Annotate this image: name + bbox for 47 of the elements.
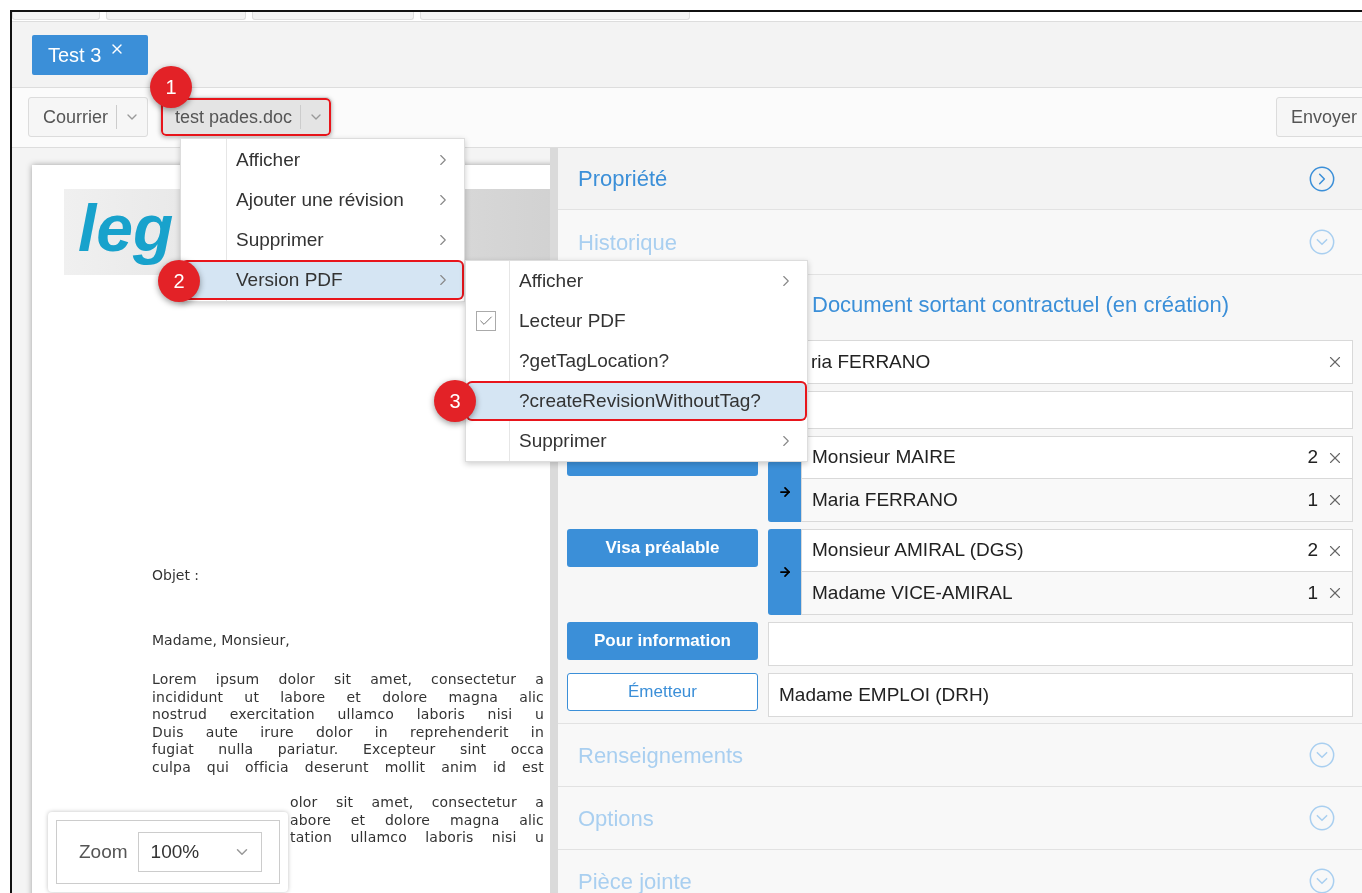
menu-item[interactable]: ?getTagLocation? (466, 341, 807, 381)
recipient-field[interactable] (808, 391, 1353, 429)
expand-icon[interactable] (1308, 741, 1336, 769)
section-title: Historique (578, 228, 678, 257)
order-arrow-block[interactable] (768, 461, 801, 522)
zoom-select[interactable]: 100% (137, 832, 262, 872)
body-text-line: culpa qui officia deserunt mollit anim id est (152, 758, 544, 776)
body-text-line: Lorem ipsum dolor sit amet, consectetur a (152, 671, 544, 689)
body-text-line: olor sit amet, consectetur a (290, 794, 544, 812)
menu-item[interactable]: Lecteur PDF (466, 301, 807, 341)
document-dropdown-button[interactable]: Courrier (28, 97, 148, 137)
menu-item[interactable]: ?createRevisionWithoutTag? (466, 381, 807, 421)
order-number: 1 (1307, 580, 1318, 605)
body-text-line: Duis aute irure dolor in reprehenderit in (152, 723, 544, 741)
body-text-line: incididunt ut labore et dolore magna alic (152, 688, 544, 706)
expand-icon[interactable] (1308, 804, 1336, 832)
order-number: 1 (1307, 487, 1318, 512)
expand-icon[interactable] (1308, 164, 1336, 193)
menu-item[interactable]: Supprimer (181, 220, 464, 260)
recipient-entry[interactable]: Monsieur AMIRAL (DGS) 2 (802, 530, 1352, 572)
body-text-line: tation ullamco laboris nisi u (290, 829, 544, 847)
body-text-line: abore et dolore magna alic (290, 811, 544, 829)
menu-item[interactable]: Ajouter une révision (181, 180, 464, 220)
order-number: 2 (1307, 445, 1318, 470)
recipient-field[interactable]: Madame EMPLOI (DRH) (768, 673, 1353, 717)
expand-icon[interactable] (1308, 228, 1336, 256)
section-title: Document sortant contractuel (en création) (812, 290, 1229, 319)
recipient-field[interactable] (768, 622, 1353, 666)
order-number: 2 (1307, 538, 1318, 563)
arrow-icon (777, 484, 792, 499)
send-button[interactable]: Envoyer (1276, 97, 1362, 137)
section-title: Options (578, 804, 654, 833)
arrow-icon (777, 565, 792, 579)
subject-line: Objet : (152, 566, 201, 585)
zoom-label: Zoom (79, 839, 128, 864)
recipient-field[interactable]: ria FERRANO (808, 340, 1353, 384)
section-title: Propriété (578, 165, 668, 193)
section-title: Pièce jointe (578, 867, 692, 893)
expand-icon[interactable] (1308, 867, 1336, 893)
recipient-entry[interactable]: Monsieur MAIRE 2 (802, 437, 1352, 479)
section-title: Renseignements (578, 741, 744, 770)
checkbox[interactable] (476, 311, 496, 331)
salutation: Madame, Monsieur, (152, 631, 291, 650)
body-text-line: nostrud exercitation ullamco laboris nisi u (152, 706, 544, 724)
body-text-line: fugiat nulla pariatur. Excepteur sint occa (152, 741, 544, 759)
document-dropdown-button[interactable]: test pades.doc (160, 97, 333, 137)
menu-item[interactable]: Afficher (181, 140, 464, 180)
